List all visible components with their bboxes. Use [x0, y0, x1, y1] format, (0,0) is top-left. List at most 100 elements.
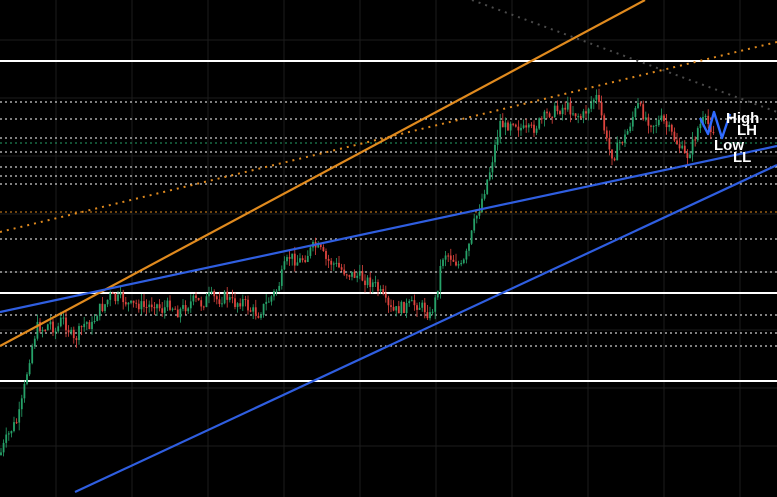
candle-down — [137, 303, 140, 310]
price-chart[interactable]: High LH Low LL — [0, 0, 777, 497]
candle-down — [501, 120, 504, 128]
candle-down — [579, 116, 582, 118]
candle-down — [556, 105, 559, 112]
grid-layer — [0, 0, 777, 497]
candle-up — [496, 137, 499, 145]
candle-up — [618, 142, 621, 144]
candle-down — [574, 113, 577, 117]
candle-up — [504, 122, 507, 128]
candle-down — [65, 317, 67, 331]
candle-down — [195, 295, 197, 299]
candle-up — [689, 154, 691, 159]
candle-down — [213, 291, 216, 297]
candle-down — [345, 274, 348, 276]
candle-up — [33, 338, 36, 347]
candle-down — [348, 275, 351, 277]
candle-down — [603, 115, 606, 131]
candle-up — [221, 303, 223, 305]
candle-up — [358, 271, 361, 276]
candle-down — [426, 312, 429, 319]
candle-down — [686, 152, 689, 159]
candle-down — [161, 308, 164, 313]
candle-down — [525, 125, 528, 128]
candle-up — [93, 320, 96, 322]
candle-up — [465, 250, 468, 260]
candle-up — [117, 294, 119, 302]
candle-down — [132, 300, 135, 303]
candle-up — [140, 301, 143, 310]
candle-up — [553, 105, 556, 118]
candle-up — [696, 128, 699, 141]
candle-up — [418, 307, 421, 310]
candle-up — [18, 409, 21, 423]
candle-up — [543, 111, 546, 119]
candle-up — [405, 303, 408, 313]
candle-down — [361, 271, 364, 281]
candle-up — [283, 261, 286, 270]
candle-down — [239, 303, 242, 307]
chart-canvas[interactable]: HighLHLowLL — [0, 0, 777, 497]
candle-up — [119, 292, 122, 295]
candle-down — [135, 302, 138, 304]
candle-up — [634, 108, 637, 117]
candle-up — [566, 102, 569, 110]
candle-down — [327, 258, 330, 261]
candle-up — [366, 277, 369, 286]
candle-up — [395, 306, 398, 311]
candle-down — [377, 282, 379, 292]
candle-up — [655, 125, 658, 127]
candle-down — [301, 258, 304, 261]
candle-up — [626, 131, 629, 135]
candle-up — [291, 253, 294, 259]
candle-down — [234, 298, 236, 307]
candle-up — [306, 255, 309, 262]
candle-up — [668, 124, 671, 128]
candle-down — [67, 330, 70, 333]
candle-up — [127, 302, 130, 305]
candle-up — [434, 297, 437, 312]
candle-up — [408, 301, 411, 304]
candle-down — [143, 301, 145, 307]
horizontal-levels — [0, 60, 777, 382]
candle-up — [241, 299, 244, 307]
candle-down — [176, 309, 179, 318]
candle-up — [431, 311, 434, 313]
candle-down — [169, 300, 171, 310]
candle-down — [197, 298, 200, 301]
candle-up — [262, 303, 265, 315]
candle-down — [455, 261, 457, 266]
candle-up — [538, 118, 541, 129]
candle-up — [5, 434, 8, 443]
candle-up — [374, 282, 377, 284]
candle-up — [10, 431, 13, 434]
candle-down — [226, 291, 229, 300]
candle-down — [293, 253, 296, 266]
candle-down — [340, 267, 343, 270]
candle-down — [712, 132, 715, 134]
candle-up — [478, 211, 481, 216]
candle-up — [59, 317, 62, 327]
candle-up — [299, 258, 301, 263]
candle-down — [639, 103, 642, 105]
candle-up — [20, 398, 23, 410]
candle-up — [260, 314, 262, 318]
candle-up — [236, 303, 239, 307]
candle-down — [678, 144, 681, 149]
candle-up — [166, 300, 169, 308]
candle-up — [192, 295, 195, 302]
candle-up — [54, 331, 57, 333]
candle-down — [15, 422, 18, 424]
candle-down — [416, 305, 418, 310]
candle-down — [507, 122, 509, 131]
candle-up — [351, 271, 353, 277]
candle-down — [564, 107, 567, 110]
candle-up — [577, 116, 580, 118]
candle-down — [647, 117, 650, 126]
candle-up — [429, 312, 431, 319]
candle-down — [548, 113, 551, 117]
candle-up — [400, 301, 403, 314]
candle-up — [590, 102, 593, 109]
candle-up — [275, 290, 278, 292]
candle-down — [673, 131, 676, 141]
candle-up — [624, 134, 626, 143]
